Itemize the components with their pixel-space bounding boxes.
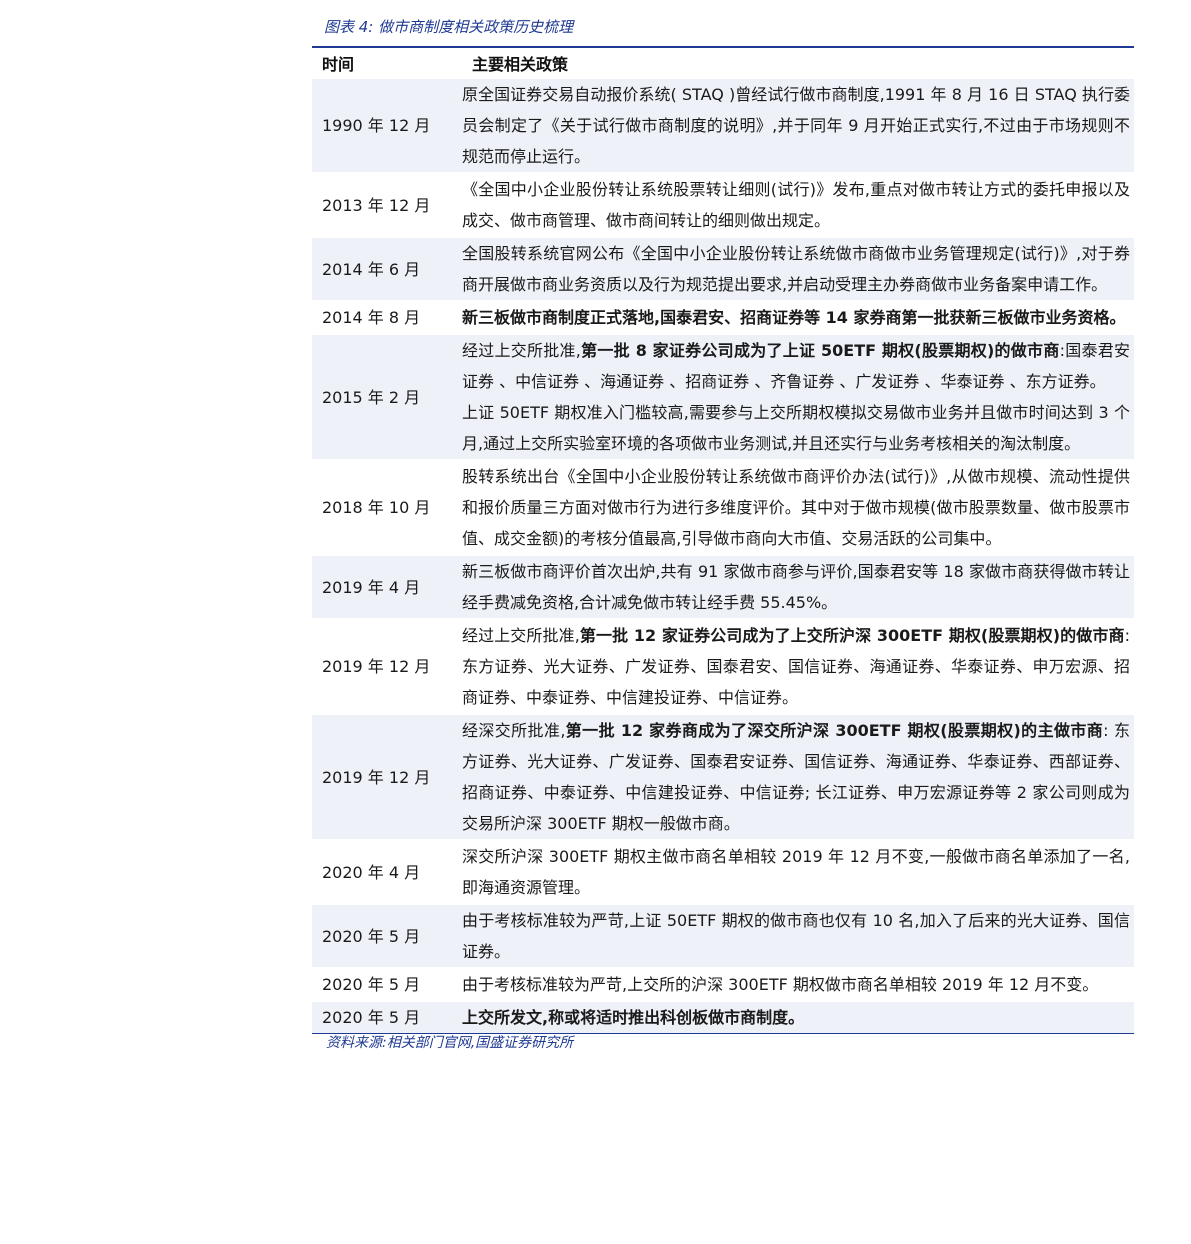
table-row: 2020 年 4 月深交所沪深 300ETF 期权主做市商名单相较 2019 年… — [312, 839, 1134, 904]
table-row: 2013 年 12 月《全国中小企业股份转让系统股票转让细则(试行)》发布,重点… — [312, 172, 1134, 237]
table-row: 2014 年 8 月新三板做市商制度正式落地,国泰君安、招商证券等 14 家券商… — [312, 300, 1134, 334]
row-time: 2020 年 5 月 — [312, 903, 462, 968]
table-row: 2015 年 2 月经过上交所批准,第一批 8 家证券公司成为了上证 50ETF… — [312, 333, 1134, 460]
row-policy: 经过上交所批准,第一批 8 家证券公司成为了上证 50ETF 期权(股票期权)的… — [462, 333, 1134, 460]
policy-text: 经过上交所批准, — [462, 341, 581, 360]
row-policy: 经深交所批准,第一批 12 家券商成为了深交所沪深 300ETF 期权(股票期权… — [462, 713, 1134, 840]
row-time: 2013 年 12 月 — [312, 172, 462, 237]
row-policy: 由于考核标准较为严苛,上交所的沪深 300ETF 期权做市商名单相较 2019 … — [462, 967, 1134, 1001]
policy-text: 股转系统出台《全国中小企业股份转让系统做市商评价办法(试行)》,从做市规模、流动… — [462, 467, 1130, 548]
policy-text: 经过上交所批准, — [462, 626, 580, 645]
source-note: 资料来源:相关部门官网,国盛证券研究所 — [326, 1035, 574, 1051]
policy-figure: 图表 4: 做市商制度相关政策历史梳理 时间 主要相关政策 1990 年 12 … — [312, 0, 1134, 1052]
table-body: 1990 年 12 月原全国证券交易自动报价系统( STAQ )曾经试行做市商制… — [312, 77, 1134, 1033]
policy-text-bold: 新三板做市商制度正式落地,国泰君安、招商证券等 14 家券商第一批获新三板做市业… — [462, 308, 1126, 327]
row-policy: 经过上交所批准,第一批 12 家证券公司成为了上交所沪深 300ETF 期权(股… — [462, 618, 1134, 714]
policy-table: 时间 主要相关政策 1990 年 12 月原全国证券交易自动报价系统( STAQ… — [312, 48, 1134, 1033]
row-time: 2014 年 6 月 — [312, 236, 462, 301]
policy-text: 新三板做市商评价首次出炉,共有 91 家做市商参与评价,国泰君安等 18 家做市… — [462, 562, 1130, 612]
table-row: 2020 年 5 月由于考核标准较为严苛,上交所的沪深 300ETF 期权做市商… — [312, 967, 1134, 1001]
row-time: 2020 年 4 月 — [312, 839, 462, 904]
policy-text: 上证 50ETF 期权准入门槛较高,需要参与上交所期权模拟交易做市业务并且做市时… — [462, 403, 1130, 453]
table-row: 2018 年 10 月股转系统出台《全国中小企业股份转让系统做市商评价办法(试行… — [312, 459, 1134, 555]
policy-text: 《全国中小企业股份转让系统股票转让细则(试行)》发布,重点对做市转让方式的委托申… — [462, 180, 1130, 230]
policy-text: 全国股转系统官网公布《全国中小企业股份转让系统做市商做市业务管理规定(试行)》,… — [462, 244, 1130, 294]
row-policy: 深交所沪深 300ETF 期权主做市商名单相较 2019 年 12 月不变,一般… — [462, 839, 1134, 904]
policy-text: 深交所沪深 300ETF 期权主做市商名单相较 2019 年 12 月不变,一般… — [462, 847, 1130, 897]
policy-text-bold: 上交所发文,称或将适时推出科创板做市商制度。 — [462, 1008, 805, 1027]
table-row: 2019 年 4 月新三板做市商评价首次出炉,共有 91 家做市商参与评价,国泰… — [312, 554, 1134, 619]
table-row: 2020 年 5 月上交所发文,称或将适时推出科创板做市商制度。 — [312, 1000, 1134, 1033]
row-policy: 《全国中小企业股份转让系统股票转让细则(试行)》发布,重点对做市转让方式的委托申… — [462, 172, 1134, 237]
row-policy: 上交所发文,称或将适时推出科创板做市商制度。 — [462, 1000, 1134, 1033]
row-time: 2020 年 5 月 — [312, 1000, 462, 1033]
policy-text-bold: 第一批 8 家证券公司成为了上证 50ETF 期权(股票期权)的做市商 — [580, 341, 1060, 360]
table-row: 1990 年 12 月原全国证券交易自动报价系统( STAQ )曾经试行做市商制… — [312, 77, 1134, 173]
row-time: 2014 年 8 月 — [312, 300, 462, 334]
row-policy: 新三板做市商评价首次出炉,共有 91 家做市商参与评价,国泰君安等 18 家做市… — [462, 554, 1134, 619]
policy-text: 由于考核标准较为严苛,上交所的沪深 300ETF 期权做市商名单相较 2019 … — [462, 975, 1099, 994]
row-policy: 股转系统出台《全国中小企业股份转让系统做市商评价办法(试行)》,从做市规模、流动… — [462, 459, 1134, 555]
row-time: 2019 年 4 月 — [312, 554, 462, 619]
row-time: 1990 年 12 月 — [312, 77, 462, 173]
policy-text-bold: 第一批 12 家证券公司成为了上交所沪深 300ETF 期权(股票期权)的做市商 — [579, 626, 1125, 645]
table-row: 2020 年 5 月由于考核标准较为严苛,上证 50ETF 期权的做市商也仅有 … — [312, 903, 1134, 968]
header-time: 时间 — [312, 48, 462, 79]
table-row: 2019 年 12 月经过上交所批准,第一批 12 家证券公司成为了上交所沪深 … — [312, 618, 1134, 714]
policy-text: 由于考核标准较为严苛,上证 50ETF 期权的做市商也仅有 10 名,加入了后来… — [462, 911, 1130, 961]
row-time: 2019 年 12 月 — [312, 713, 462, 840]
row-policy: 全国股转系统官网公布《全国中小企业股份转让系统做市商做市业务管理规定(试行)》,… — [462, 236, 1134, 301]
row-policy: 新三板做市商制度正式落地,国泰君安、招商证券等 14 家券商第一批获新三板做市业… — [462, 300, 1134, 334]
row-time: 2020 年 5 月 — [312, 967, 462, 1001]
row-time: 2015 年 2 月 — [312, 333, 462, 460]
figure-caption: 图表 4: 做市商制度相关政策历史梳理 — [312, 6, 1134, 48]
policy-text-bold: 第一批 12 家券商成为了深交所沪深 300ETF 期权(股票期权)的主做市商 — [565, 721, 1104, 740]
policy-text: 经深交所批准, — [462, 721, 566, 740]
row-policy: 由于考核标准较为严苛,上证 50ETF 期权的做市商也仅有 10 名,加入了后来… — [462, 903, 1134, 968]
table-row: 2014 年 6 月全国股转系统官网公布《全国中小企业股份转让系统做市商做市业务… — [312, 236, 1134, 301]
row-time: 2019 年 12 月 — [312, 618, 462, 714]
row-policy: 原全国证券交易自动报价系统( STAQ )曾经试行做市商制度,1991 年 8 … — [462, 77, 1134, 173]
row-time: 2018 年 10 月 — [312, 459, 462, 555]
policy-text: 原全国证券交易自动报价系统( STAQ )曾经试行做市商制度,1991 年 8 … — [462, 85, 1130, 166]
header-policy: 主要相关政策 — [462, 48, 1134, 79]
table-row: 2019 年 12 月经深交所批准,第一批 12 家券商成为了深交所沪深 300… — [312, 713, 1134, 840]
table-header-row: 时间 主要相关政策 — [312, 48, 1134, 79]
